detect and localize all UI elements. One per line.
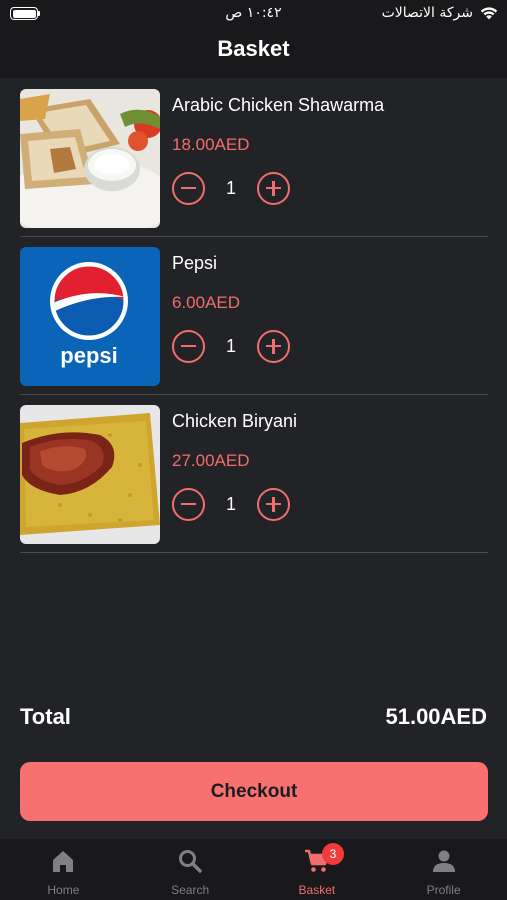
decrease-quantity-button[interactable]: [172, 329, 205, 363]
item-price: 6.00AED: [172, 293, 241, 312]
tab-profile[interactable]: Profile: [380, 839, 507, 900]
tab-label: Search: [171, 883, 210, 897]
increase-quantity-button[interactable]: [257, 487, 290, 521]
total-value: 51.00AED: [385, 704, 487, 729]
search-icon: [177, 848, 203, 874]
tab-basket[interactable]: Basket: [254, 839, 381, 900]
carrier-name: شركة الاتصالات: [381, 5, 473, 21]
quantity-value: 1: [225, 335, 236, 356]
item-name: Chicken Biryani: [172, 411, 298, 431]
decrease-quantity-button[interactable]: [172, 171, 205, 205]
basket-item: Chicken Biryani 27.00AED 1: [20, 395, 488, 553]
increase-quantity-button[interactable]: [257, 329, 290, 363]
basket-item: pepsi Pepsi 6.00AED 1: [20, 237, 488, 395]
tab-home[interactable]: Home: [0, 839, 127, 900]
tab-label: Home: [47, 883, 80, 897]
pepsi-image: pepsi: [20, 247, 160, 386]
profile-icon: [431, 848, 457, 874]
increase-quantity-button[interactable]: [257, 171, 290, 205]
item-name: Pepsi: [172, 253, 218, 273]
wifi-icon: [480, 7, 498, 20]
biryani-image: [20, 405, 160, 544]
shawarma-image: [20, 89, 160, 228]
decrease-quantity-button[interactable]: [172, 487, 205, 521]
page-title: Basket: [217, 36, 290, 61]
quantity-value: 1: [225, 493, 236, 514]
item-price: 27.00AED: [172, 451, 250, 470]
quantity-value: 1: [225, 177, 236, 198]
tab-bar: Home Search Basket Profile: [0, 839, 507, 900]
header: ١٠:٤٢ ص شركة الاتصالات Basket: [0, 0, 507, 78]
status-carrier: شركة الاتصالات: [382, 5, 499, 21]
quantity-stepper: 1: [172, 487, 290, 521]
pepsi-logo-text: pepsi: [60, 343, 117, 368]
basket-item: Arabic Chicken Shawarma 18.00AED 1: [20, 79, 488, 237]
tab-label: Profile: [426, 883, 461, 897]
tab-search[interactable]: Search: [127, 839, 254, 900]
item-name: Arabic Chicken Shawarma: [172, 95, 385, 115]
home-icon: [50, 848, 76, 874]
checkout-button[interactable]: Checkout: [20, 762, 488, 821]
total-label: Total: [20, 704, 71, 729]
status-bar: ١٠:٤٢ ص شركة الاتصالات: [0, 0, 507, 26]
item-price: 18.00AED: [172, 135, 250, 154]
basket-count-badge: 3: [322, 843, 344, 865]
tab-label: Basket: [298, 883, 336, 897]
quantity-stepper: 1: [172, 329, 290, 363]
quantity-stepper: 1: [172, 171, 290, 205]
